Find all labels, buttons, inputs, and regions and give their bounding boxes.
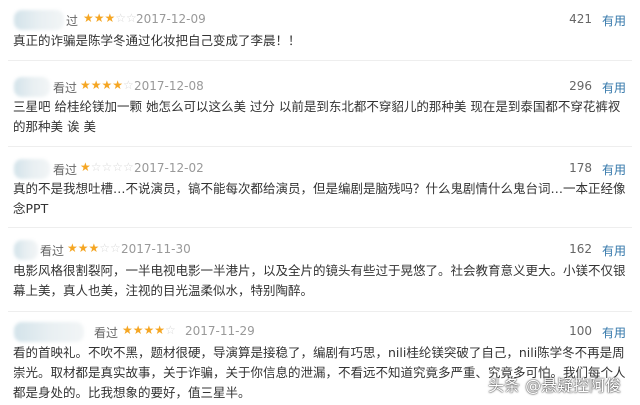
review-date: 2017-11-30: [121, 242, 191, 256]
avatar[interactable]: [14, 240, 38, 260]
rating-stars: ★☆☆☆☆: [80, 160, 134, 174]
star-filled-icon: ★★★: [83, 11, 116, 25]
review-header: 看过 ★☆☆☆☆ 2017-12-02 178 有用: [0, 159, 640, 179]
watermark: 头条 @悬疑控阿俊: [488, 376, 622, 395]
rating-stars: ★★★★☆: [80, 78, 134, 92]
watch-status: 看过: [53, 81, 78, 95]
star-empty-icon: ☆☆☆☆: [90, 160, 134, 174]
review-item: 看过 ★☆☆☆☆ 2017-12-02 178 有用 真的不是我想吐槽…不说演员…: [0, 159, 640, 229]
review-date: 2017-12-08: [134, 79, 204, 93]
review-text: 电影风格很割裂阿，一半电视电影一半港片，以及全片的镜头有些过于晃悠了。社会教育意…: [13, 263, 626, 298]
vote-count: 296: [569, 79, 592, 93]
star-empty-icon: ☆☆: [115, 11, 137, 25]
review-header: 看过 ★★★★☆ 2017-12-08 296 有用: [0, 77, 640, 97]
star-filled-icon: ★★★: [67, 241, 100, 255]
review-item: 过 ★★★☆☆ 2017-12-09 421 有用 真正的诈骗是陈学冬通过化妆把…: [0, 10, 640, 60]
watch-status: 看过: [53, 163, 78, 177]
useful-button[interactable]: 有用: [602, 324, 626, 341]
avatar[interactable]: [14, 10, 64, 30]
star-filled-icon: ★★★★: [122, 323, 166, 337]
review-text: 三星吧 给桂纶镁加一颗 她怎么可以这么美 过分 以前是到东北都不穿貂儿的那种美 …: [13, 99, 621, 134]
rating-stars: ★★★☆☆: [67, 241, 121, 255]
vote-count: 421: [569, 12, 592, 26]
divider: [8, 146, 632, 147]
star-empty-icon: ☆: [123, 78, 134, 92]
review-date: 2017-12-02: [134, 161, 204, 175]
rating-stars: ★★★☆☆: [83, 11, 137, 25]
star-empty-icon: ☆☆: [99, 241, 121, 255]
review-header: 过 ★★★☆☆ 2017-12-09 421 有用: [0, 10, 640, 30]
watch-status: 看过: [94, 326, 119, 340]
review-item: 看过 ★★★☆☆ 2017-11-30 162 有用 电影风格很割裂阿，一半电视…: [0, 240, 640, 310]
review-item: 看过 ★★★★☆ 2017-12-08 296 有用 三星吧 给桂纶镁加一颗 她…: [0, 77, 640, 147]
star-filled-icon: ★: [80, 160, 91, 174]
useful-button[interactable]: 有用: [602, 79, 626, 96]
vote-count: 100: [569, 324, 592, 338]
review-date: 2017-12-09: [136, 12, 206, 26]
review-header: 看过 ★★★★☆ 2017-11-29 100 有用: [0, 322, 640, 342]
star-filled-icon: ★★★★: [80, 78, 124, 92]
useful-button[interactable]: 有用: [602, 161, 626, 178]
avatar[interactable]: [14, 159, 50, 179]
vote-count: 178: [569, 161, 592, 175]
review-text: 真正的诈骗是陈学冬通过化妆把自己变成了李晨！！: [13, 33, 301, 48]
review-header: 看过 ★★★☆☆ 2017-11-30 162 有用: [0, 240, 640, 260]
avatar[interactable]: [14, 77, 50, 97]
watch-status: 过: [66, 14, 79, 28]
vote-count: 162: [569, 242, 592, 256]
watch-status: 看过: [40, 244, 65, 258]
useful-button[interactable]: 有用: [602, 242, 626, 259]
rating-stars: ★★★★☆: [122, 323, 176, 337]
review-text: 真的不是我想吐槽…不说演员，镐不能每次都给演员，但是编剧是脑残吗？什么鬼剧情什么…: [13, 181, 626, 216]
divider: [8, 227, 632, 228]
star-empty-icon: ☆: [165, 323, 176, 337]
avatar[interactable]: [14, 322, 84, 342]
review-date: 2017-11-29: [185, 324, 255, 338]
divider: [8, 311, 632, 312]
divider: [8, 60, 632, 61]
useful-button[interactable]: 有用: [602, 12, 626, 29]
